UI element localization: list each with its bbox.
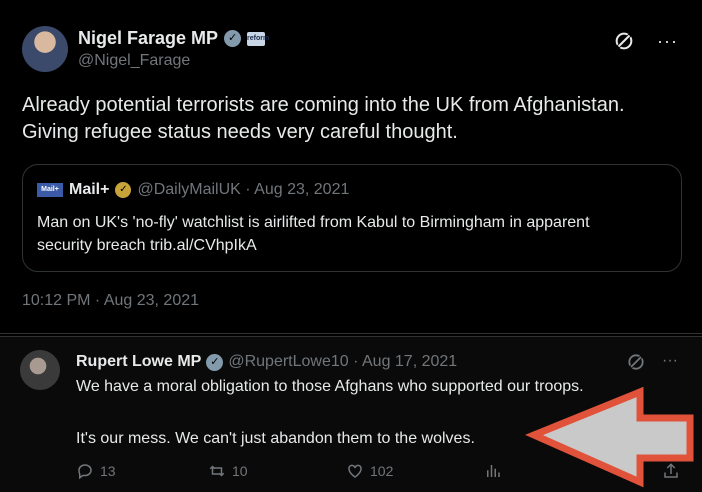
- quoted-text-line: Man on UK's 'no-fly' watchlist is airlif…: [37, 214, 590, 231]
- verified-badge-icon: ✓: [206, 353, 224, 371]
- author-handle[interactable]: @Nigel_Farage: [78, 52, 190, 70]
- tweet-text: Already potential terrorists are coming …: [22, 92, 692, 146]
- verified-badge-icon: ✓: [115, 182, 132, 198]
- reply-meta: @RupertLowe10 · Aug 17, 2021: [228, 353, 458, 370]
- like-count: 102: [370, 463, 394, 479]
- author-name[interactable]: Nigel Farage MP: [78, 28, 218, 49]
- verified-badge-icon: ✓: [224, 30, 242, 47]
- quoted-tweet-text: Man on UK's 'no-fly' watchlist is airlif…: [37, 211, 677, 257]
- more-icon[interactable]: ···: [657, 32, 678, 50]
- repost-button[interactable]: 10: [208, 462, 248, 480]
- affiliation-badge[interactable]: reform: [247, 31, 269, 46]
- views-button[interactable]: [484, 462, 502, 480]
- quoted-meta: @DailyMailUK · Aug 23, 2021: [137, 181, 350, 198]
- views-icon: [487, 465, 500, 477]
- like-icon: [348, 464, 362, 478]
- quoted-tweet-card[interactable]: Mail+ Mail+ ✓ @DailyMailUK · Aug 23, 202…: [22, 164, 682, 272]
- more-icon[interactable]: ···: [662, 353, 678, 369]
- author-name-row: Nigel Farage MP ✓ reform: [78, 28, 269, 49]
- repost-icon: [209, 465, 225, 477]
- reply-header: Rupert Lowe MP ✓ @RupertLowe10 · Aug 17,…: [76, 353, 457, 371]
- reply-author-avatar[interactable]: [20, 350, 60, 390]
- author-avatar[interactable]: [22, 26, 68, 72]
- reply-count: 13: [100, 463, 116, 479]
- tweet-top-actions: ···: [613, 30, 678, 52]
- mailplus-logo: Mail+: [37, 183, 63, 197]
- quoted-text-line: security breach trib.al/CVhpIkA: [37, 237, 257, 254]
- tweet-text-line: Already potential terrorists are coming …: [22, 94, 625, 116]
- quoted-tweet-header: Mail+ Mail+ ✓ @DailyMailUK · Aug 23, 202…: [37, 181, 349, 199]
- reply-icon: [78, 464, 92, 480]
- reply-text-line: We have a moral obligation to those Afgh…: [76, 378, 584, 395]
- grok-icon[interactable]: [626, 352, 646, 372]
- tweet-text-line: Giving refugee status needs very careful…: [22, 121, 458, 143]
- grok-icon[interactable]: [613, 30, 635, 52]
- tweet-timestamp[interactable]: 10:12 PM · Aug 23, 2021: [22, 292, 199, 310]
- red-arrow-icon: [525, 386, 694, 488]
- reply-author-name[interactable]: Rupert Lowe MP: [76, 353, 201, 371]
- repost-count: 10: [232, 463, 248, 479]
- quoted-author-name[interactable]: Mail+: [69, 181, 109, 199]
- reply-text-line: It's our mess. We can't just abandon the…: [76, 430, 475, 447]
- reply-button[interactable]: 13: [76, 462, 116, 480]
- like-button[interactable]: 102: [346, 462, 393, 480]
